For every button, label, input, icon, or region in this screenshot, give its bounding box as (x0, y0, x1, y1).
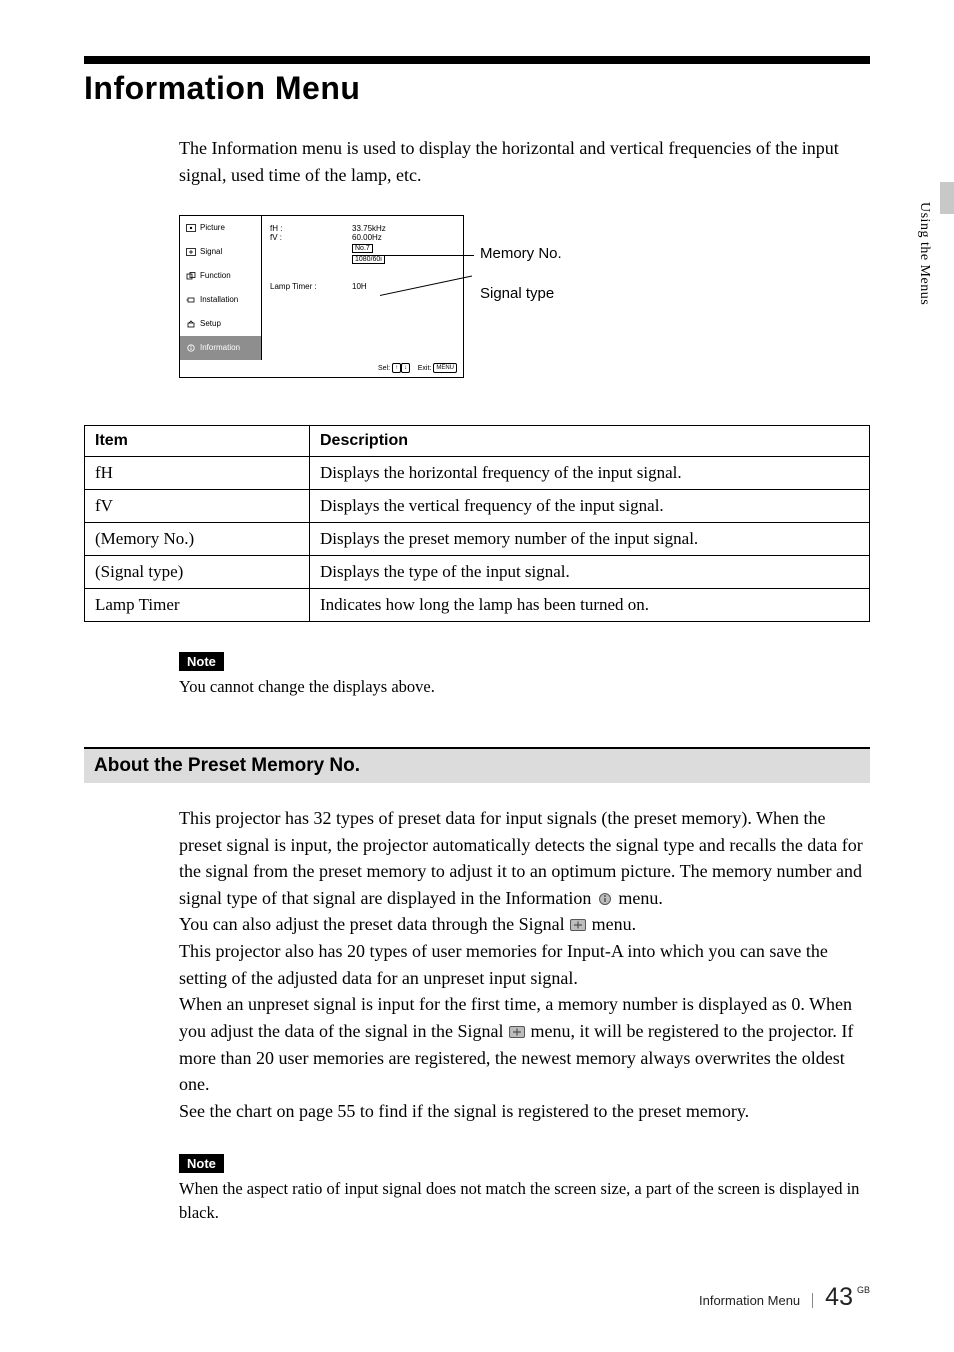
osd-fv-label: fV : (270, 233, 346, 242)
callout-signal-type: Signal type (480, 285, 554, 302)
osd-item-label: Information (200, 343, 240, 352)
osd-figure: Picture Signal Function (179, 215, 870, 385)
title-rule (84, 56, 870, 64)
signal-menu-icon (569, 913, 587, 927)
osd-item-picture: Picture (180, 216, 261, 240)
osd-item-signal: Signal (180, 240, 261, 264)
table-cell-desc: Indicates how long the lamp has been tur… (310, 589, 870, 622)
osd-content: fH : 33.75kHz fV : 60.00Hz No.7 1080/60i… (262, 216, 463, 360)
arrow-up-icon: ↑ (392, 363, 401, 373)
note-2: Note When the aspect ratio of input sign… (179, 1154, 870, 1225)
arrow-down-icon: ↓ (401, 363, 410, 373)
description-table: Item Description fH Displays the horizon… (84, 425, 870, 622)
osd-lamp-value: 10H (352, 282, 367, 291)
osd-item-label: Function (200, 271, 231, 280)
osd-footer-exit: Exit: (418, 365, 432, 372)
osd-item-label: Setup (200, 319, 221, 328)
osd-item-information: Information (180, 336, 261, 360)
table-row: (Memory No.) Displays the preset memory … (85, 523, 870, 556)
table-head-item: Item (85, 426, 310, 457)
intro-paragraph: The Information menu is used to display … (179, 135, 870, 189)
table-row: (Signal type) Displays the type of the i… (85, 556, 870, 589)
installation-icon (186, 296, 196, 304)
footer-region: GB (853, 1285, 870, 1295)
osd-memory-no: No.7 (352, 244, 373, 253)
callout-memory-no: Memory No. (480, 245, 562, 262)
table-cell-desc: Displays the type of the input signal. (310, 556, 870, 589)
osd-footer-sel: Sel: (378, 365, 390, 372)
table-row: Lamp Timer Indicates how long the lamp h… (85, 589, 870, 622)
menu-key-icon: MENU (433, 363, 457, 373)
table-cell-item: fH (85, 457, 310, 490)
osd-lamp-label: Lamp Timer : (270, 282, 346, 291)
information-menu-icon (596, 887, 614, 901)
body-p1a: This projector has 32 types of preset da… (179, 808, 863, 908)
body-p2a: You can also adjust the preset data thro… (179, 914, 569, 934)
table-row: fV Displays the vertical frequency of th… (85, 490, 870, 523)
footer-title: Information Menu (699, 1293, 813, 1308)
osd-fh-value: 33.75kHz (352, 224, 386, 233)
note-label: Note (179, 1154, 224, 1173)
table-head-desc: Description (310, 426, 870, 457)
osd-fh-label: fH : (270, 224, 346, 233)
function-icon (186, 272, 196, 280)
signal-icon (186, 248, 196, 256)
note-label: Note (179, 652, 224, 671)
table-row: fH Displays the horizontal frequency of … (85, 457, 870, 490)
osd-panel: Picture Signal Function (179, 215, 464, 378)
osd-fv-value: 60.00Hz (352, 233, 382, 242)
osd-item-setup: Setup (180, 312, 261, 336)
table-cell-desc: Displays the vertical frequency of the i… (310, 490, 870, 523)
table-cell-item: Lamp Timer (85, 589, 310, 622)
signal-menu-icon (508, 1020, 526, 1034)
table-cell-item: (Signal type) (85, 556, 310, 589)
picture-icon (186, 224, 196, 232)
footer-page-number: 43 (813, 1283, 853, 1312)
note-text: You cannot change the displays above. (179, 675, 870, 699)
note-1: Note You cannot change the displays abov… (179, 652, 870, 699)
setup-icon (186, 320, 196, 328)
table-cell-item: (Memory No.) (85, 523, 310, 556)
osd-item-function: Function (180, 264, 261, 288)
osd-item-label: Picture (200, 223, 225, 232)
information-icon (186, 344, 196, 352)
subheading: About the Preset Memory No. (84, 747, 870, 783)
osd-item-label: Installation (200, 295, 238, 304)
table-cell-desc: Displays the horizontal frequency of the… (310, 457, 870, 490)
osd-item-label: Signal (200, 247, 222, 256)
page-footer: Information Menu 43 GB (699, 1283, 870, 1312)
page-title: Information Menu (84, 70, 870, 107)
osd-signal-type: 1080/60i (352, 255, 385, 264)
body-p2b: menu. (592, 914, 637, 934)
table-cell-desc: Displays the preset memory number of the… (310, 523, 870, 556)
body-p1b: menu. (618, 888, 663, 908)
osd-callouts: Memory No. Signal type (464, 215, 664, 385)
note-text: When the aspect ratio of input signal do… (179, 1177, 870, 1225)
body-text: This projector has 32 types of preset da… (179, 805, 870, 1125)
body-p3: This projector also has 20 types of user… (179, 941, 828, 988)
osd-footer: Sel: ↑↓ Exit: MENU (180, 360, 463, 377)
body-p5: See the chart on page 55 to find if the … (179, 1101, 749, 1121)
osd-item-installation: Installation (180, 288, 261, 312)
table-cell-item: fV (85, 490, 310, 523)
osd-sidebar: Picture Signal Function (180, 216, 262, 360)
